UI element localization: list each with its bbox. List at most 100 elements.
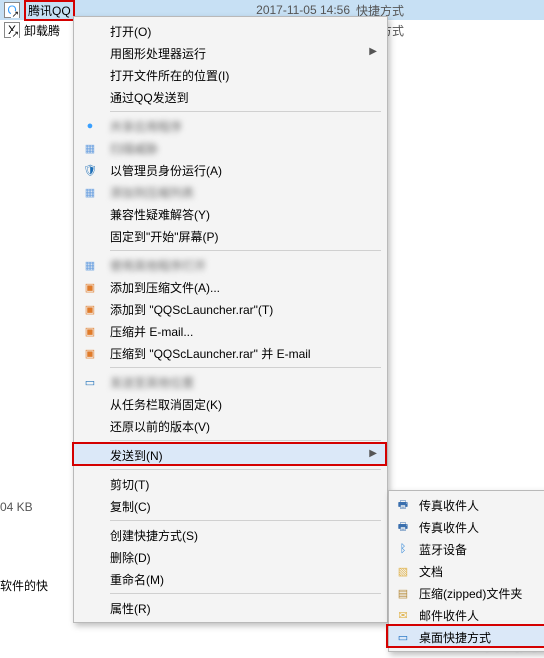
qq-icon: ● <box>82 118 98 134</box>
menu-item[interactable]: 从任务栏取消固定(K) <box>74 393 387 415</box>
menu-item-label: 以管理员身份运行(A) <box>110 162 357 179</box>
file-name: 卸载腾 <box>24 22 60 39</box>
menu-item[interactable]: ▦ 扫描威胁 <box>74 137 387 159</box>
bt-icon: ᛒ <box>395 541 411 557</box>
sendto-item-label: 邮件收件人 <box>419 607 479 624</box>
zip-icon: ▤ <box>395 585 411 601</box>
menu-item[interactable]: 剪切(T) <box>74 473 387 495</box>
sendto-item-label: 传真收件人 <box>419 519 479 536</box>
menu-item-label: 使用其他程序打开 <box>110 257 357 274</box>
menu-item[interactable]: 属性(R) <box>74 597 387 619</box>
menu-item[interactable]: ▣ 压缩到 "QQScLauncher.rar" 并 E-mail <box>74 342 387 364</box>
menu-item-label: 复制(C) <box>110 498 357 515</box>
fax-icon: 🖶 <box>395 497 411 513</box>
menu-separator <box>110 593 381 594</box>
doc-icon: ▧ <box>395 563 411 579</box>
menu-item[interactable]: 重命名(M) <box>74 568 387 590</box>
filename-highlight: 腾讯QQ <box>24 0 75 21</box>
qq-shortcut-icon: Q <box>4 2 20 18</box>
sendto-item-label: 压缩(zipped)文件夹 <box>419 585 522 602</box>
books-icon: ▣ <box>82 279 98 295</box>
menu-item-label: 打开文件所在的位置(I) <box>110 67 357 84</box>
menu-separator <box>110 469 381 470</box>
menu-item-label: 压缩到 "QQScLauncher.rar" 并 E-mail <box>110 345 357 362</box>
menu-item-label: 从任务栏取消固定(K) <box>110 396 357 413</box>
menu-separator <box>110 440 381 441</box>
menu-item-label: 重命名(M) <box>110 571 357 588</box>
menu-item[interactable]: 还原以前的版本(V) <box>74 415 387 437</box>
win-icon: ▦ <box>82 257 98 273</box>
sendto-item-label: 蓝牙设备 <box>419 541 467 558</box>
menu-separator <box>110 250 381 251</box>
menu-item[interactable]: ▦ 使用其他程序打开 <box>74 254 387 276</box>
menu-item[interactable]: 用图形处理器运行 ▶ <box>74 42 387 64</box>
size-column-label: 04 KB <box>0 500 33 514</box>
menu-item[interactable]: 打开(O) <box>74 20 387 42</box>
sendto-item[interactable]: 🖶 传真收件人 <box>389 494 544 516</box>
menu-item[interactable]: 删除(D) <box>74 546 387 568</box>
menu-item[interactable]: ▦ 添加到压缩列表 <box>74 181 387 203</box>
menu-item[interactable]: ▣ 添加到压缩文件(A)... <box>74 276 387 298</box>
article-caption-fragment: 软件的快 <box>0 577 48 594</box>
fax-icon: 🖶 <box>395 519 411 535</box>
menu-item[interactable]: 复制(C) <box>74 495 387 517</box>
sendto-item-label: 文档 <box>419 563 443 580</box>
sendto-item[interactable]: ✉ 邮件收件人 <box>389 604 544 626</box>
sendto-item-label: 桌面快捷方式 <box>419 629 491 646</box>
sendto-item-label: 传真收件人 <box>419 497 479 514</box>
menu-item-label: 兼容性疑难解答(Y) <box>110 206 357 223</box>
submenu-arrow-icon: ▶ <box>369 46 377 57</box>
file-name: 腾讯QQ <box>28 4 71 18</box>
menu-separator <box>110 520 381 521</box>
mail-icon: ✉ <box>395 607 411 623</box>
menu-item[interactable]: 打开文件所在的位置(I) <box>74 64 387 86</box>
sendto-item[interactable]: ᛒ 蓝牙设备 <box>389 538 544 560</box>
menu-item-label: 发送到(N) <box>110 447 357 464</box>
menu-item-label: 添加到压缩列表 <box>110 184 357 201</box>
menu-item-label: 属性(R) <box>110 600 357 617</box>
sendto-item[interactable]: ▤ 压缩(zipped)文件夹 <box>389 582 544 604</box>
menu-item[interactable]: ▭ 发送至其他位置 <box>74 371 387 393</box>
file-date: 2017-11-05 14:56 <box>230 3 350 17</box>
menu-separator <box>110 367 381 368</box>
menu-item-label: 通过QQ发送到 <box>110 89 357 106</box>
menu-item-label: 删除(D) <box>110 549 357 566</box>
menu-item-label: 扫描威胁 <box>110 140 357 157</box>
menu-item-label: 创建快捷方式(S) <box>110 527 357 544</box>
menu-item-label: 添加到压缩文件(A)... <box>110 279 357 296</box>
sendto-item[interactable]: 🖶 传真收件人 <box>389 516 544 538</box>
menu-item-label: 剪切(T) <box>110 476 357 493</box>
menu-item-label: 还原以前的版本(V) <box>110 418 357 435</box>
mon-icon: ▭ <box>395 629 411 645</box>
uninstall-shortcut-icon: X <box>4 22 20 38</box>
menu-item-label: 共享应用程序 <box>110 118 357 135</box>
menu-item[interactable]: ● 共享应用程序 <box>74 115 387 137</box>
menu-item-label: 添加到 "QQScLauncher.rar"(T) <box>110 301 357 318</box>
menu-item-label: 发送至其他位置 <box>110 374 357 391</box>
menu-item[interactable]: 通过QQ发送到 <box>74 86 387 108</box>
menu-separator <box>110 111 381 112</box>
books-icon: ▣ <box>82 301 98 317</box>
books-icon: ▣ <box>82 323 98 339</box>
books-icon: ▣ <box>82 345 98 361</box>
menu-item-label: 固定到"开始"屏幕(P) <box>110 228 357 245</box>
win-icon: ▦ <box>82 140 98 156</box>
menu-item[interactable]: 🛡 以管理员身份运行(A) <box>74 159 387 181</box>
menu-item[interactable]: ▣ 压缩并 E-mail... <box>74 320 387 342</box>
menu-item-label: 用图形处理器运行 <box>110 45 357 62</box>
sendto-item[interactable]: ▧ 文档 <box>389 560 544 582</box>
menu-item[interactable]: 发送到(N) ▶ <box>74 444 387 466</box>
menu-item[interactable]: 兼容性疑难解答(Y) <box>74 203 387 225</box>
sendto-submenu: 🖶 传真收件人 🖶 传真收件人 ᛒ 蓝牙设备 ▧ 文档 ▤ 压缩(zipped)文件夹 ✉ 邮件收件人… <box>388 490 544 652</box>
menu-item-label: 压缩并 E-mail... <box>110 323 357 340</box>
menu-item[interactable]: ▣ 添加到 "QQScLauncher.rar"(T) <box>74 298 387 320</box>
menu-item-label: 打开(O) <box>110 23 357 40</box>
context-menu: 打开(O) 用图形处理器运行 ▶ 打开文件所在的位置(I) 通过QQ发送到 ● 共享应用程序… <box>73 16 388 623</box>
menu-item[interactable]: 固定到"开始"屏幕(P) <box>74 225 387 247</box>
screen-icon: ▭ <box>82 374 98 390</box>
sendto-item[interactable]: ▭ 桌面快捷方式 <box>389 626 544 648</box>
win-icon: ▦ <box>82 184 98 200</box>
submenu-arrow-icon: ▶ <box>369 448 377 459</box>
shield-icon: 🛡 <box>82 162 98 178</box>
menu-item[interactable]: 创建快捷方式(S) <box>74 524 387 546</box>
